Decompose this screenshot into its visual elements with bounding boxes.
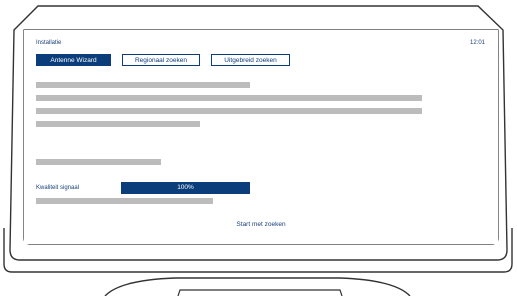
tab-regionaal-zoeken[interactable]: Regionaal zoeken	[122, 54, 200, 66]
signal-quality-value: 100%	[177, 184, 194, 191]
text-placeholder-line	[36, 159, 161, 165]
screen-title: Installatie	[36, 40, 62, 46]
text-placeholder-line	[36, 198, 213, 204]
text-placeholder-line	[36, 108, 422, 114]
text-placeholder-line	[36, 121, 200, 127]
signal-quality-bar: 100%	[121, 182, 250, 194]
tab-uitgebreid-zoeken[interactable]: Uitgebreid zoeken	[211, 54, 290, 66]
start-search-button[interactable]: Start met zoeken	[24, 221, 498, 228]
tv-screen: Installatie 12:01 Antenne Wizard Regiona…	[24, 30, 498, 244]
signal-quality-label: Kwaliteit signaal	[36, 185, 80, 191]
tab-antenne-wizard[interactable]: Antenne Wizard	[36, 54, 111, 66]
clock: 12:01	[469, 40, 485, 46]
tv-stand-inner-outline	[177, 289, 343, 296]
tv-stand-outline	[104, 277, 411, 296]
text-placeholder-line	[36, 95, 422, 101]
text-placeholder-line	[36, 82, 250, 88]
